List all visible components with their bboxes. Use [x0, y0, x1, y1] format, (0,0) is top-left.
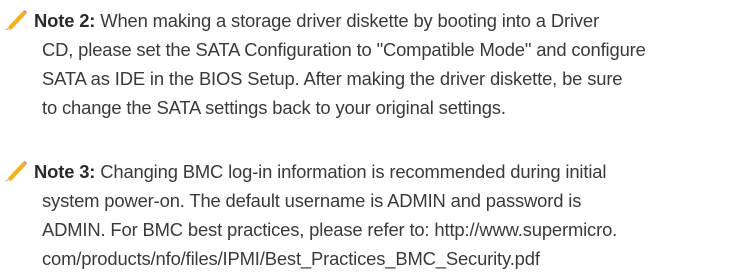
note-3-line-2: system power-on. The default username is…	[42, 190, 582, 211]
note-2-line-2: CD, please set the SATA Configuration to…	[42, 39, 646, 60]
note-2-label: Note 2:	[34, 10, 96, 31]
pencil-icon	[5, 161, 27, 181]
note-2-block: Note 2: When making a storage driver dis…	[0, 6, 741, 122]
note-3-text: Note 3: Changing BMC log-in information …	[0, 157, 741, 273]
note-3-block: Note 3: Changing BMC log-in information …	[0, 157, 741, 273]
note-2-text: Note 2: When making a storage driver dis…	[0, 6, 741, 122]
note-3-line-1: Note 3: Changing BMC log-in information …	[34, 161, 607, 182]
note-2-line-3: SATA as IDE in the BIOS Setup. After mak…	[42, 68, 623, 89]
note-3-label: Note 3:	[34, 161, 96, 182]
pencil-icon	[5, 10, 27, 30]
note-3-line-3: ADMIN. For BMC best practices, please re…	[42, 219, 618, 240]
note-2-line-4: to change the SATA settings back to your…	[42, 97, 506, 118]
note-3-line-4: com/products/nfo/files/IPMI/Best_Practic…	[42, 248, 540, 269]
note-2-line-1: Note 2: When making a storage driver dis…	[34, 10, 599, 31]
